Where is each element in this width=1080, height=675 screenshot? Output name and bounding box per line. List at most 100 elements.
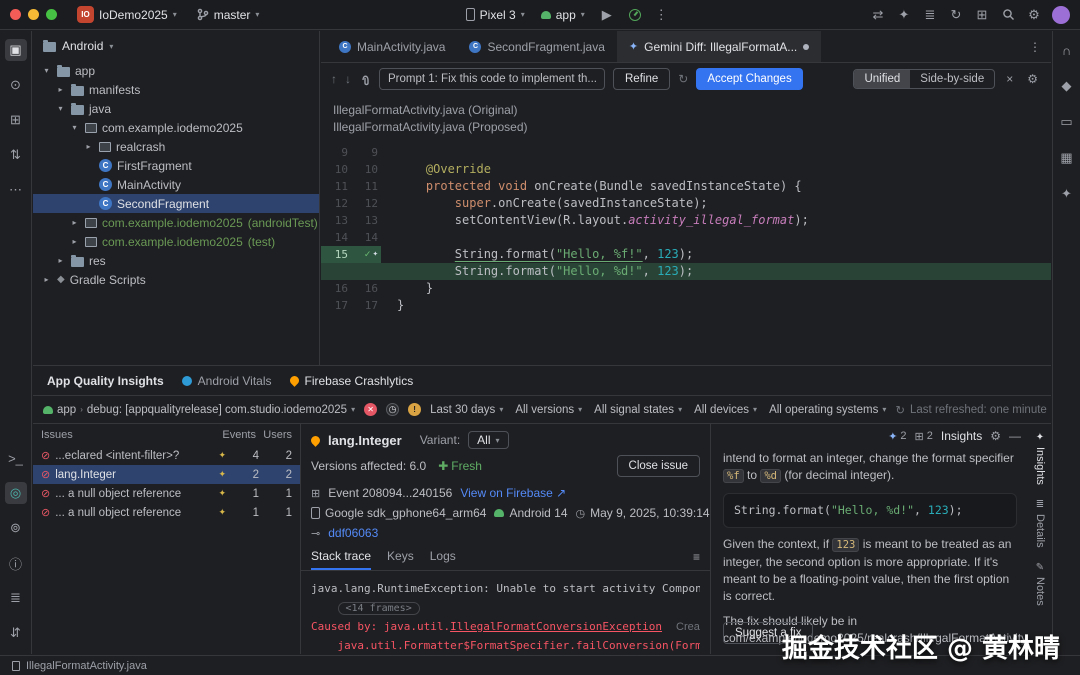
filter-all-signal-states[interactable]: All signal states▾ bbox=[594, 404, 682, 416]
accept-changes-button[interactable]: Accept Changes bbox=[696, 68, 802, 90]
view-on-firebase-link[interactable]: View on Firebase ↗ bbox=[460, 486, 566, 500]
editor-tab-mainactivity-java[interactable]: CMainActivity.java bbox=[327, 31, 457, 62]
more-icon[interactable]: ⋯ bbox=[5, 179, 27, 201]
tree-item-gradle-scripts[interactable]: ▸◆Gradle Scripts bbox=[33, 270, 319, 289]
users-column-header[interactable]: Users bbox=[256, 429, 292, 441]
regenerate-icon[interactable]: ↻ bbox=[678, 72, 688, 86]
more-run-actions-icon[interactable]: ⋮ bbox=[651, 7, 672, 23]
module-variant-selector[interactable]: app › debug: [appqualityrelease] com.stu… bbox=[43, 404, 355, 416]
hide-panel-icon[interactable]: — bbox=[1009, 429, 1021, 443]
right-tab-notes[interactable]: ✎Notes bbox=[1034, 562, 1046, 606]
version-control-icon[interactable]: ⇵ bbox=[5, 622, 27, 644]
zoom-window-button[interactable] bbox=[46, 9, 57, 20]
search-everywhere-button[interactable] bbox=[996, 4, 1020, 26]
tab-firebase-crashlytics[interactable]: Firebase Crashlytics bbox=[290, 374, 414, 388]
device-selector[interactable]: Pixel 3 ▾ bbox=[460, 6, 531, 24]
filter-all-versions[interactable]: All versions▾ bbox=[515, 404, 582, 416]
tree-item-res[interactable]: ▸res bbox=[33, 251, 319, 270]
tree-item-com-example-iodemo2025[interactable]: ▾com.example.iodemo2025 bbox=[33, 118, 319, 137]
issue-row[interactable]: ⊘... a null object reference✦11 bbox=[33, 484, 300, 503]
tree-item-manifests[interactable]: ▸manifests bbox=[33, 80, 319, 99]
prompt-field[interactable]: Prompt 1: Fix this code to implement th.… bbox=[379, 68, 605, 90]
problems-icon[interactable]: ⓘ bbox=[5, 552, 27, 574]
ai-chat-icon[interactable]: ✦ bbox=[892, 4, 916, 26]
structure-icon[interactable]: ⊞ bbox=[5, 109, 27, 131]
session-id-link[interactable]: ddf06063 bbox=[328, 526, 378, 540]
build-icon[interactable]: ⊚ bbox=[5, 517, 27, 539]
minimize-window-button[interactable] bbox=[28, 9, 39, 20]
tree-item-firstfragment[interactable]: CFirstFragment bbox=[33, 156, 319, 175]
commit-icon[interactable]: ⊙ bbox=[5, 74, 27, 96]
sync-icon[interactable]: ↻ bbox=[944, 4, 968, 26]
tree-item-mainactivity[interactable]: CMainActivity bbox=[33, 175, 319, 194]
issue-row[interactable]: ⊘... a null object reference✦11 bbox=[33, 503, 300, 522]
run-button[interactable]: ▶ bbox=[595, 4, 619, 26]
gradle-icon[interactable]: ◆ bbox=[1056, 75, 1078, 97]
run-config-selector[interactable]: app ▾ bbox=[535, 6, 591, 24]
editor-tab-options-icon[interactable]: ⋮ bbox=[1019, 31, 1051, 62]
gemini-icon[interactable]: ✦ bbox=[1056, 183, 1078, 205]
device-streaming-icon[interactable]: ⇄ bbox=[866, 4, 890, 26]
attachment-icon[interactable] bbox=[359, 72, 371, 86]
filter-last-30-days[interactable]: Last 30 days▾ bbox=[430, 404, 503, 416]
issue-row[interactable]: ⊘...eclared <intent-filter>?✦42 bbox=[33, 446, 300, 465]
tree-item-secondfragment[interactable]: CSecondFragment bbox=[33, 194, 319, 213]
logcat-icon[interactable]: ≣ bbox=[5, 587, 27, 609]
branch-selector[interactable]: master ▾ bbox=[191, 6, 266, 24]
right-tab-details[interactable]: ≣Details bbox=[1034, 499, 1046, 548]
device-manager-icon[interactable]: ▭ bbox=[1056, 111, 1078, 133]
unified-view-button[interactable]: Unified bbox=[854, 70, 910, 88]
side-by-side-view-button[interactable]: Side-by-side bbox=[910, 70, 994, 88]
editor-tab-gemini-diff-illegalformata[interactable]: ✦Gemini Diff: IllegalFormatA... bbox=[617, 31, 821, 62]
layout-inspector-icon[interactable]: ⊞ bbox=[970, 4, 994, 26]
profiler-button[interactable] bbox=[623, 4, 647, 26]
tab-android-vitals[interactable]: Android Vitals bbox=[182, 374, 272, 388]
filter-all-operating-systems[interactable]: All operating systems▾ bbox=[769, 404, 886, 416]
project-icon[interactable]: ▣ bbox=[5, 39, 27, 61]
refine-button[interactable]: Refine bbox=[613, 68, 670, 90]
diff-settings-icon[interactable]: ⚙ bbox=[1024, 72, 1041, 86]
editor-tab-secondfragment-java[interactable]: CSecondFragment.java bbox=[457, 31, 616, 62]
running-devices-icon[interactable]: ▦ bbox=[1056, 147, 1078, 169]
close-issue-button[interactable]: Close issue bbox=[617, 455, 700, 477]
stack-trace-line[interactable]: java.lang.RuntimeException: Unable to st… bbox=[311, 579, 700, 598]
project-view-selector[interactable]: Android ▾ bbox=[33, 31, 319, 61]
issue-row[interactable]: ⊘lang.Integer✦22 bbox=[33, 465, 300, 484]
tree-item-com-example-iodemo2025-androidtest[interactable]: ▸com.example.iodemo2025 (androidTest) bbox=[33, 213, 319, 232]
stack-trace[interactable]: java.lang.RuntimeException: Unable to st… bbox=[301, 571, 710, 654]
tab-keys[interactable]: Keys bbox=[387, 549, 414, 570]
next-change-icon[interactable]: ↓ bbox=[345, 72, 351, 86]
notifications-icon[interactable]: ∩ bbox=[1056, 39, 1078, 61]
nonfatal-signal-icon[interactable]: ! bbox=[408, 403, 421, 416]
anr-signal-icon[interactable]: ◷ bbox=[386, 403, 399, 416]
project-selector[interactable]: IO IoDemo2025 ▾ bbox=[71, 4, 183, 25]
crash-signal-icon[interactable]: ✕ bbox=[364, 403, 377, 416]
stack-trace-line[interactable]: Caused by: java.util.IllegalFormatConver… bbox=[311, 617, 700, 636]
events-column-header[interactable]: Events bbox=[220, 429, 256, 441]
previous-change-icon[interactable]: ↑ bbox=[331, 72, 337, 86]
tree-item-realcrash[interactable]: ▸realcrash bbox=[33, 137, 319, 156]
tab-stack-trace[interactable]: Stack trace bbox=[311, 549, 371, 570]
task-list-icon[interactable]: ≣ bbox=[918, 4, 942, 26]
terminal-icon[interactable]: >_ bbox=[5, 447, 27, 469]
tab-logs[interactable]: Logs bbox=[430, 549, 456, 570]
stack-trace-line[interactable]: <14 frames> bbox=[311, 598, 700, 617]
issues-column-header[interactable]: Issues bbox=[41, 429, 220, 441]
tree-item-com-example-iodemo2025-test[interactable]: ▸com.example.iodemo2025 (test) bbox=[33, 232, 319, 251]
pull-requests-icon[interactable]: ⇅ bbox=[5, 144, 27, 166]
settings-button[interactable]: ⚙ bbox=[1022, 4, 1046, 26]
insights-settings-icon[interactable]: ⚙ bbox=[990, 429, 1001, 443]
tree-item-java[interactable]: ▾java bbox=[33, 99, 319, 118]
stack-trace-line[interactable]: java.util.Formatter$FormatSpecifier.fail… bbox=[311, 636, 700, 654]
variant-dropdown[interactable]: All ▾ bbox=[468, 431, 508, 449]
filter-all-devices[interactable]: All devices▾ bbox=[694, 404, 757, 416]
right-tab-insights[interactable]: ✦Insights bbox=[1034, 432, 1046, 485]
close-diff-icon[interactable]: × bbox=[1003, 72, 1016, 86]
refresh-icon[interactable]: ↻ bbox=[895, 403, 905, 417]
close-window-button[interactable] bbox=[10, 9, 21, 20]
user-avatar[interactable] bbox=[1052, 6, 1070, 24]
diff-code-view[interactable]: 991010 @Override1111 protected void onCr… bbox=[321, 138, 1051, 314]
tree-item-app[interactable]: ▾app bbox=[33, 61, 319, 80]
soft-wrap-icon[interactable]: ≡ bbox=[693, 550, 700, 569]
app-quality-insights-icon[interactable]: ◎ bbox=[5, 482, 27, 504]
